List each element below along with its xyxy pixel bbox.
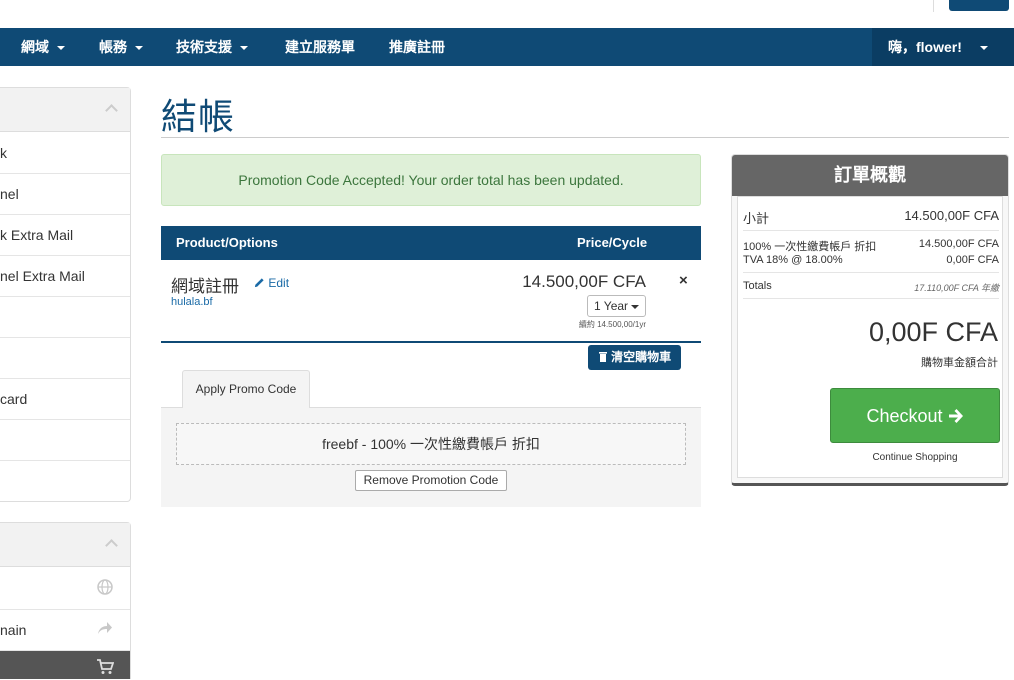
sidebar-item[interactable] <box>0 461 130 502</box>
remove-item-icon[interactable]: × <box>679 272 688 289</box>
column-header-product: Product/Options <box>176 235 278 250</box>
empty-cart-button[interactable]: 清空購物車 <box>588 345 681 370</box>
totals-value: 17.110,00F CFA 年繳 <box>914 283 999 293</box>
sidebar-item[interactable] <box>0 297 130 338</box>
sidebar-item-label: k <box>0 145 7 161</box>
nav-item-label: 建立服務單 <box>285 39 355 55</box>
cart-item-domain: hulala.bf <box>171 296 213 308</box>
panel-header[interactable] <box>0 523 130 567</box>
caret-down-icon <box>979 46 988 51</box>
promo-success-alert: Promotion Code Accepted! Your order tota… <box>161 154 701 206</box>
tab-apply-promo-code[interactable]: Apply Promo Code <box>182 370 310 408</box>
header-button[interactable] <box>949 0 1009 11</box>
sidebar-cart-item[interactable] <box>0 651 130 679</box>
sidebar-item[interactable] <box>0 338 130 379</box>
summary-divider <box>743 298 999 299</box>
tax-value: 0,00F CFA <box>946 254 999 266</box>
title-divider <box>161 137 1009 138</box>
sidebar-item[interactable]: card <box>0 379 130 420</box>
cart-icon <box>96 659 115 677</box>
totals-label: Totals <box>743 280 772 292</box>
sidebar-item[interactable]: nel Extra Mail <box>0 256 130 297</box>
nav-item-label: 技術支援 <box>176 39 232 55</box>
order-summary: 訂單概觀 小計 14.500,00F CFA 100% 一次性繳費帳戶 折扣 1… <box>731 154 1009 486</box>
globe-icon <box>96 579 114 597</box>
chevron-up-icon[interactable] <box>105 539 118 552</box>
subtotal-label: 小計 <box>743 211 770 226</box>
order-summary-title: 訂單概觀 <box>732 155 1008 196</box>
sidebar-item-label: card <box>0 391 28 407</box>
pencil-icon <box>254 278 264 288</box>
subtotal-value: 14.500,00F CFA <box>904 208 999 223</box>
sidebar-categories-panel: k nel k Extra Mail nel Extra Mail card <box>0 87 131 502</box>
nav-item-label: 帳務 <box>99 39 127 55</box>
caret-down-icon <box>240 46 248 51</box>
trash-icon <box>598 352 607 362</box>
checkout-button[interactable]: Checkout <box>830 388 1000 443</box>
summary-divider <box>743 272 999 273</box>
sidebar-item-label: nel <box>0 186 19 202</box>
page-title: 結帳 <box>161 96 236 137</box>
sidebar-item[interactable]: k Extra Mail <box>0 215 130 256</box>
nav-item-open-ticket[interactable]: 建立服務單 <box>285 28 355 66</box>
remove-promo-button[interactable]: Remove Promotion Code <box>355 470 507 491</box>
cart-item-name: 網域註冊 <box>171 277 239 296</box>
total-due-label: 購物車金額合計 <box>921 357 998 369</box>
nav-item-billing[interactable]: 帳務 <box>99 28 143 66</box>
order-summary-body: 小計 14.500,00F CFA 100% 一次性繳費帳戶 折扣 14.500… <box>737 196 1003 478</box>
caret-down-icon <box>135 46 143 51</box>
sidebar-action-item[interactable] <box>0 569 130 610</box>
cart-item-price: 14.500,00F CFA <box>522 272 646 291</box>
checkout-label: Checkout <box>866 406 943 426</box>
tax-label: TVA 18% @ 18.00% <box>743 254 843 266</box>
sidebar-action-item[interactable]: nain <box>0 610 130 651</box>
sidebar-item[interactable]: nel <box>0 174 130 215</box>
user-greeting-label: 嗨，flower! <box>888 39 962 55</box>
panel-header[interactable] <box>0 88 130 132</box>
total-due-amount: 0,00F CFA <box>868 317 998 347</box>
nav-item-domains[interactable]: 網域 <box>21 28 65 66</box>
arrow-right-icon <box>948 409 963 423</box>
nav-item-affiliates[interactable]: 推廣註冊 <box>389 28 445 66</box>
user-greeting: 嗨，flower! <box>888 28 988 66</box>
sidebar-item[interactable] <box>0 420 130 461</box>
top-header <box>0 0 1014 28</box>
nav-item-label: 網域 <box>21 39 49 55</box>
caret-down-icon <box>57 46 65 51</box>
nav-item-label: 推廣註冊 <box>389 39 445 55</box>
header-divider <box>933 0 934 12</box>
cart-table-header: Product/Options Price/Cycle <box>161 226 701 260</box>
edit-link-label: Edit <box>268 276 290 290</box>
discount-label: 100% 一次性繳費帳戶 折扣 <box>743 241 877 253</box>
nav-item-support[interactable]: 技術支援 <box>176 28 248 66</box>
billing-cycle-select[interactable]: 1 Year <box>587 295 646 317</box>
summary-divider <box>743 230 999 231</box>
main-navbar: 網域 帳務 技術支援 建立服務單 推廣註冊 嗨，flower! <box>0 28 1014 66</box>
discount-value: 14.500,00F CFA <box>918 238 999 250</box>
sidebar-item-label: k Extra Mail <box>0 227 74 243</box>
user-menu[interactable]: 嗨，flower! <box>872 28 1014 66</box>
edit-item-link[interactable]: Edit <box>254 276 289 290</box>
caret-down-icon <box>631 304 640 309</box>
share-icon <box>96 620 114 638</box>
sidebar-item[interactable]: k <box>0 133 130 174</box>
cart-divider <box>161 341 701 343</box>
column-header-price: Price/Cycle <box>577 235 648 250</box>
billing-cycle-value: 1 Year <box>594 299 629 313</box>
renewal-note: 續約 14.500,00/1yr <box>578 320 646 329</box>
sidebar-action-label: nain <box>0 622 27 638</box>
sidebar-item-label: nel Extra Mail <box>0 268 85 284</box>
chevron-up-icon[interactable] <box>105 104 118 117</box>
empty-cart-label: 清空購物車 <box>611 350 672 364</box>
applied-promo-code: freebf - 100% 一次性繳費帳戶 折扣 <box>176 423 686 465</box>
continue-shopping-link[interactable]: Continue Shopping <box>830 452 1000 463</box>
